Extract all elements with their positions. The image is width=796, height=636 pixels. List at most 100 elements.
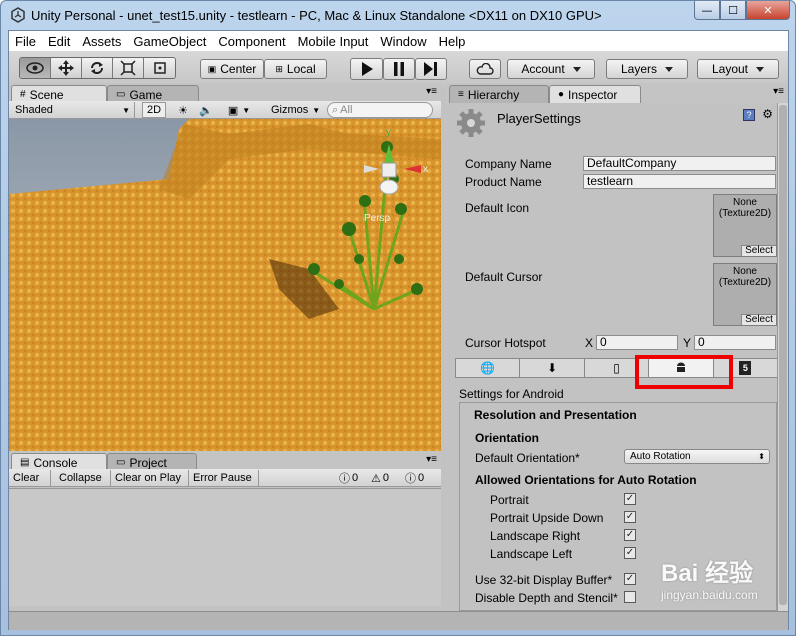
warning-icon: ⚠	[371, 472, 381, 485]
step-button[interactable]	[415, 58, 447, 80]
console-icon: ▤	[20, 457, 30, 468]
menu-file[interactable]: File	[9, 34, 42, 49]
pivot-local-toggle[interactable]: ⊞ Local	[264, 59, 327, 79]
play-button[interactable]	[350, 58, 383, 80]
effects-dropdown[interactable]: ▣ ▼	[221, 102, 257, 118]
portrait-upside-down-checkbox[interactable]: ✓	[624, 511, 636, 523]
rotate-tool-button[interactable]	[82, 58, 113, 78]
pause-button[interactable]	[383, 58, 415, 80]
allowed-orientations-header: Allowed Orientations for Auto Rotation	[475, 473, 697, 487]
folder-icon: ▭	[116, 457, 126, 468]
use-32bit-label: Use 32-bit Display Buffer*	[475, 573, 613, 587]
panel-menu-icon[interactable]: ▾≡	[773, 86, 784, 97]
layers-dropdown[interactable]: Layers	[606, 59, 688, 79]
menu-assets[interactable]: Assets	[76, 34, 127, 49]
cursor-select-button[interactable]: Select	[741, 314, 776, 325]
company-name-field[interactable]: DefaultCompany	[583, 156, 776, 171]
shading-dropdown[interactable]: Shaded ▼	[11, 102, 135, 118]
minimize-button[interactable]: —	[694, 1, 720, 20]
scene-panel-tabs: # Scene ▭ Game ▾≡	[9, 83, 441, 103]
scene-search[interactable]: ⌕ All	[327, 102, 433, 118]
icon-select-button[interactable]: Select	[741, 245, 776, 256]
hierarchy-icon: ≡	[458, 89, 464, 100]
download-icon: ⬇	[547, 361, 558, 375]
scene-tab-icon: #	[20, 89, 26, 100]
landscape-left-checkbox[interactable]: ✓	[624, 547, 636, 559]
inspector-panel-tabs: ≡ Hierarchy ● Inspector ▾≡	[445, 83, 788, 103]
settings-gear-icon[interactable]: ⚙	[762, 107, 773, 121]
panel-menu-icon[interactable]: ▾≡	[426, 454, 437, 465]
menu-edit[interactable]: Edit	[42, 34, 76, 49]
help-icon[interactable]: ?	[743, 109, 755, 121]
cursor-type: (Texture2D)	[718, 277, 772, 288]
gizmo-x-label: x	[423, 164, 428, 175]
clear-on-play-toggle[interactable]: Clear on Play	[115, 470, 189, 486]
baidu-watermark: Bai 经验 jingyan.baidu.com	[661, 553, 789, 615]
tab-hierarchy[interactable]: ≡ Hierarchy	[449, 85, 549, 103]
sun-icon: ☀	[178, 104, 188, 117]
layout-dropdown[interactable]: Layout	[697, 59, 779, 79]
android-tab-highlight	[635, 355, 733, 389]
scene-toolbar: Shaded ▼ 2D ☀ 🔈 ▣ ▼ Gizmos ▼ ⌕ All	[9, 101, 441, 119]
tab-download[interactable]: ⬇	[520, 359, 585, 377]
product-name-field[interactable]: testlearn	[583, 174, 776, 189]
menu-gameobject[interactable]: GameObject	[127, 34, 212, 49]
2d-toggle[interactable]: 2D	[142, 102, 166, 118]
default-icon-slot[interactable]: None (Texture2D) Select	[713, 194, 777, 257]
menu-component[interactable]: Component	[212, 34, 291, 49]
hotspot-x-field[interactable]: 0	[596, 335, 678, 350]
title-bar[interactable]: Unity Personal - unet_test15.unity - tes…	[1, 1, 795, 31]
view-tool-button[interactable]	[20, 58, 51, 78]
close-button[interactable]: ✕	[746, 1, 790, 20]
rect-tool-icon	[153, 62, 166, 74]
maximize-button[interactable]: ☐	[720, 1, 746, 20]
pivot-center-toggle[interactable]: ▣ Center	[200, 59, 264, 79]
disable-depth-checkbox[interactable]	[624, 591, 636, 603]
warning-filter-toggle[interactable]: ⚠ 0	[371, 470, 401, 486]
default-cursor-slot[interactable]: None (Texture2D) Select	[713, 263, 777, 326]
lighting-toggle[interactable]: ☀	[172, 102, 194, 118]
rect-tool-button[interactable]	[144, 58, 175, 78]
scale-icon	[120, 60, 136, 76]
account-dropdown[interactable]: Account	[507, 59, 595, 79]
info-filter-toggle[interactable]: ⓘ 0	[339, 470, 369, 486]
pivot-label: Center	[220, 62, 257, 76]
hotspot-y-label: Y	[683, 336, 692, 350]
gizmos-label: Gizmos	[271, 104, 309, 116]
scrollbar-thumb[interactable]	[779, 105, 787, 605]
error-pause-toggle[interactable]: Error Pause	[193, 470, 259, 486]
inspector-scrollbar[interactable]	[777, 103, 788, 611]
local-icon: ⊞	[275, 63, 283, 74]
scale-tool-button[interactable]	[113, 58, 144, 78]
hotspot-y-field[interactable]: 0	[694, 335, 776, 350]
tab-standalone[interactable]: 🌐	[456, 359, 521, 377]
menu-window[interactable]: Window	[374, 34, 432, 49]
console-log-area[interactable]	[9, 488, 441, 606]
scene-search-placeholder: All	[340, 104, 353, 116]
pause-icon	[394, 62, 404, 76]
landscape-right-checkbox[interactable]: ✓	[624, 529, 636, 541]
tab-inspector[interactable]: ● Inspector	[549, 85, 641, 103]
tab-inspector-label: Inspector	[568, 87, 618, 102]
panel-menu-icon[interactable]: ▾≡	[426, 86, 437, 97]
cursor-hotspot-label: Cursor Hotspot	[465, 336, 546, 350]
shading-label: Shaded	[15, 104, 53, 116]
tab-console-label: Console	[33, 455, 78, 470]
portrait-checkbox[interactable]: ✓	[624, 493, 636, 505]
menu-mobile-input[interactable]: Mobile Input	[292, 34, 375, 49]
persp-label[interactable]: Persp	[364, 213, 391, 224]
scene-viewport[interactable]: y x Persp	[9, 119, 441, 451]
gizmos-dropdown[interactable]: Gizmos ▼	[267, 102, 323, 118]
section-header[interactable]: Resolution and Presentation	[474, 408, 637, 422]
window-title: Unity Personal - unet_test15.unity - tes…	[31, 8, 602, 23]
error-filter-toggle[interactable]: ⓘ 0	[405, 470, 437, 486]
default-orientation-dropdown[interactable]: Auto Rotation ⬍	[624, 449, 770, 464]
move-tool-button[interactable]	[51, 58, 82, 78]
audio-toggle[interactable]: 🔈	[195, 102, 217, 118]
collapse-toggle[interactable]: Collapse	[59, 470, 111, 486]
inspector-body: PlayerSettings ? ⚙ Company Name DefaultC…	[445, 103, 778, 611]
cloud-button[interactable]	[469, 59, 501, 79]
menu-help[interactable]: Help	[433, 34, 472, 49]
use-32bit-checkbox[interactable]: ✓	[624, 573, 636, 585]
clear-button[interactable]: Clear	[13, 470, 51, 486]
